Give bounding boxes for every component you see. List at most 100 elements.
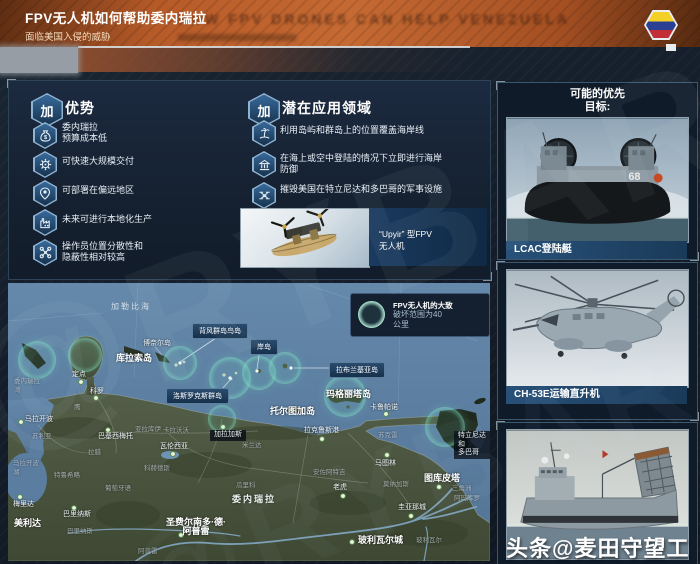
map-label: 马拉开波 (25, 416, 53, 423)
target-caption: LCAC登陆艇 (506, 241, 687, 259)
application-item: 利用岛屿和群岛上的位置覆盖海岸线 (280, 125, 425, 135)
map-label: 图库皮塔 (424, 473, 461, 483)
map-label: 三角洲 (452, 485, 472, 492)
map-label: 委内瑞拉 湾 (14, 378, 40, 394)
map-label: 委内瑞拉 (232, 494, 277, 504)
strike-drone-icon (252, 182, 276, 209)
map-label: 玛格丽塔岛 (326, 389, 372, 399)
map-label: 库拉索岛 (116, 353, 153, 363)
money-bag-icon: $ (33, 122, 57, 149)
government-building-icon (252, 151, 276, 178)
advantage-item: 操作员位置分散性和 隐蔽性相对较高 (62, 241, 144, 262)
range-ring (208, 405, 236, 433)
map-label: 亚拉库伊 (135, 426, 161, 433)
hull-number: 68 (628, 171, 640, 183)
advantages-title: 优势 (65, 100, 95, 116)
map-label: 巴里纳斯 (67, 528, 93, 535)
venezuela-map: FPV无人机的大致 破坏范围为40 公里 背风群岛鸟岛 岸岛 拉布兰基亚岛 洛斯… (8, 283, 490, 561)
drone-icon (33, 239, 57, 266)
header-divider (78, 46, 470, 48)
toutiao-watermark: 头条@麦田守望工场 (506, 536, 690, 561)
range-ring (18, 341, 56, 379)
map-label: 马拉开波 湖 (13, 460, 39, 476)
range-ring-icon (358, 301, 385, 328)
map-label: 特立尼达和 多巴哥 (454, 431, 490, 459)
location-pin-icon (33, 180, 57, 207)
application-item: 在海上或空中登陆的情况下立即进行海岸 防御 (280, 153, 443, 174)
map-label: 加拉加斯 (210, 430, 246, 441)
header-ghost-line2 (178, 34, 296, 41)
application-item: 摧毁美国在特立尼达和多巴哥的军事设施 (280, 184, 443, 194)
fpv-drone-caption: “Upyir” 型FPV 无人机 (379, 229, 432, 251)
target-caption: CH-53E运输直升机 (506, 386, 687, 404)
map-label: 瓜里科 (236, 482, 256, 489)
header-ghost-text: HOW FPV DRONES CAN HELP VENEZUELA (178, 11, 570, 27)
map-label: 巴基西梅托 (98, 433, 133, 440)
lcac-photo: 68 (506, 117, 689, 243)
plus-badge-icon: 加 (32, 94, 62, 126)
legend-text: 破坏范围为40 公里 (393, 310, 442, 329)
map-label: 老虎 (333, 484, 347, 491)
factory-icon (33, 209, 57, 236)
map-legend: FPV无人机的大致 破坏范围为40 公里 (350, 293, 490, 337)
map-label: 定点 (72, 371, 86, 378)
advantage-item: 可快速大规模交付 (62, 156, 135, 166)
map-label: 卡拉沃沃 (163, 427, 189, 434)
map-label: 莫纳加斯 (383, 481, 409, 488)
page-title: FPV无人机如何帮助委内瑞拉 (25, 11, 207, 26)
map-label: 圣费尔南多·德· 阿普雷 (166, 517, 226, 536)
map-label: 特鲁希略 (54, 472, 80, 479)
range-ring (68, 338, 102, 372)
map-label: 圭亚那城 (398, 504, 426, 511)
targets-title: 可能的优先 目标: (570, 88, 625, 113)
map-callout: 拉布兰基亚岛 (329, 362, 385, 378)
map-callout: 洛斯罗克斯群岛 (166, 388, 229, 404)
map-label: 苏克雷 (378, 432, 398, 439)
map-label: 博奈尔岛 (143, 340, 171, 347)
map-label: 鹰 (74, 404, 81, 411)
map-label: 马图林 (375, 460, 396, 467)
map-label: 葡萄牙语 (105, 485, 131, 492)
header-bar: HOW FPV DRONES CAN HELP VENEZUELA FPV无人机… (0, 0, 700, 47)
gear-icon (33, 151, 57, 178)
helicopter-card: CH-53E运输直升机 (496, 261, 699, 421)
applications-title: 潜在应用领域 (282, 100, 372, 116)
infographic-root: HOW FPV DRONES CAN HELP VENEZUELA FPV无人机… (0, 0, 700, 564)
island-palm-icon (252, 120, 276, 147)
map-label: 拉腊 (88, 449, 101, 456)
map-label: 米兰达 (242, 442, 262, 449)
map-label: 卡鲁帕诺 (370, 404, 398, 411)
map-label: 科罗 (90, 388, 104, 395)
advantage-item: 委内瑞拉 预算成本低 (62, 122, 108, 143)
map-callout: 岸岛 (250, 339, 278, 355)
map-label: 巴里纳斯 (63, 511, 91, 518)
map-label: 瓦伦西亚 (160, 443, 188, 450)
map-label: 拉克鲁斯港 (304, 427, 339, 434)
map-label: 梅里达 (13, 501, 34, 508)
advantages-badge: 加 (31, 93, 63, 127)
map-label: 玻利瓦尔城 (358, 535, 404, 545)
targets-panel: 可能的优先 目标: 68 LCAC登陆艇 (496, 81, 699, 261)
svg-text:$: $ (43, 135, 47, 141)
map-label: 安佐阿特吉 (313, 469, 346, 476)
fpv-drone-caption-box: “Upyir” 型FPV 无人机 (369, 208, 487, 266)
map-label: 科赫德斯 (144, 465, 170, 472)
advantage-item: 未来可进行本地化生产 (62, 214, 153, 224)
map-label: 玻利瓦尔 (416, 537, 442, 544)
ch53e-photo (506, 269, 689, 388)
blurred-box (0, 47, 78, 73)
range-ring (163, 346, 197, 380)
map-label: 托尔图加岛 (270, 406, 316, 416)
fpv-drone-illustration (270, 206, 337, 257)
fpv-drone-photo (240, 206, 370, 268)
map-label: 苏利亚 (32, 433, 52, 440)
map-label: 加勒比海 (111, 302, 151, 311)
advantage-item: 可部署在偏远地区 (62, 185, 135, 195)
header-end-marker (666, 44, 676, 51)
map-callout: 背风群岛鸟岛 (192, 323, 248, 339)
page-subtitle: 面临美国入侵的威胁 (25, 32, 111, 43)
map-label: 阿玛库罗 (454, 495, 480, 502)
range-ring (269, 352, 301, 384)
map-label: 美利达 (14, 518, 42, 528)
map-label: 阿普雷 (138, 548, 158, 555)
